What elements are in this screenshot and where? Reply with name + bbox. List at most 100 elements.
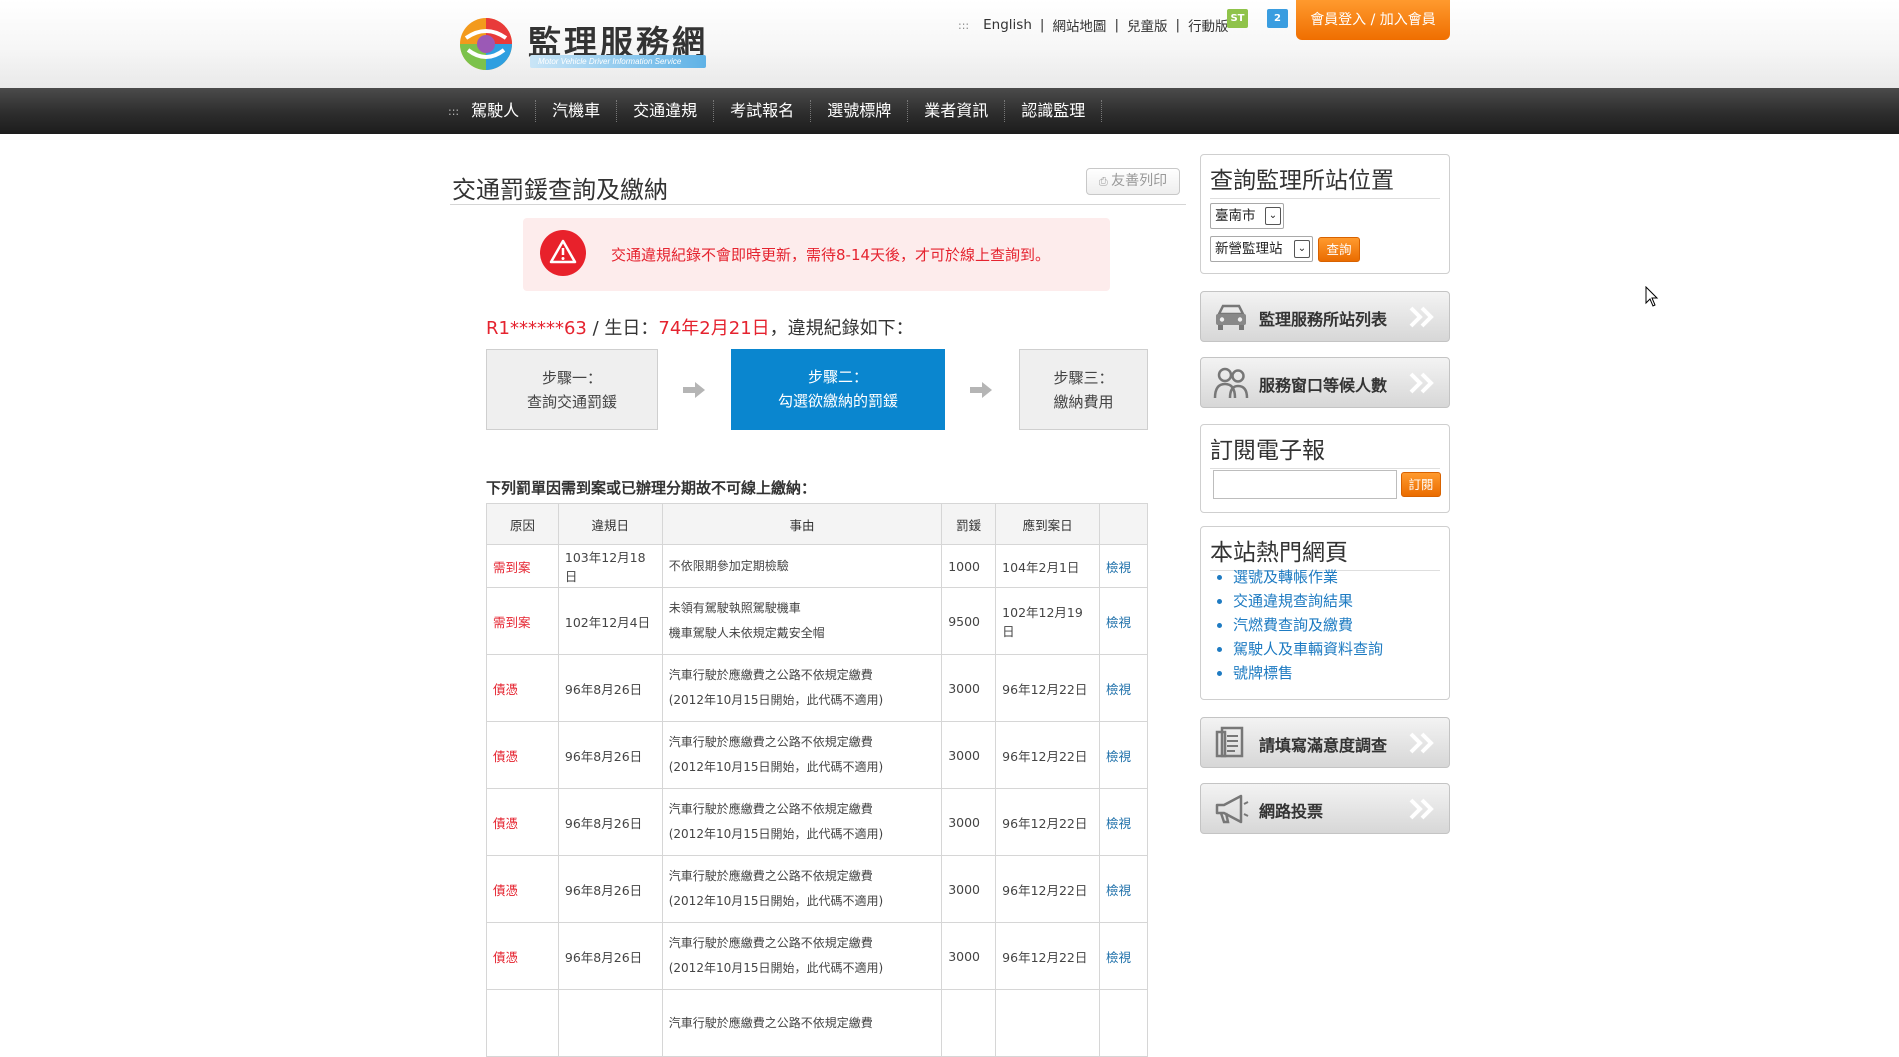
cell-cause: 汽車行駛於應繳費之公路不依規定繳費 (2012年10月15日開始，此代碼不適用) bbox=[661, 788, 943, 856]
logo-mark-icon bbox=[460, 18, 512, 70]
cell-date: 96年8月26日 bbox=[557, 788, 663, 856]
cell-cause: 汽車行駛於應繳費之公路不依規定繳費 (2012年10月15日開始，此代碼不適用) bbox=[661, 721, 943, 789]
popular-link-driver-vehicle-query[interactable]: 駕駛人及車輛資料查詢 bbox=[1233, 637, 1383, 661]
warning-icon bbox=[540, 230, 586, 276]
link-english[interactable]: English bbox=[983, 17, 1032, 33]
cell-reason: 債憑 bbox=[486, 922, 559, 990]
cell-date: 96年8月26日 bbox=[557, 654, 663, 722]
view-link[interactable]: 檢視 bbox=[1099, 855, 1148, 923]
divider: | bbox=[1175, 17, 1181, 33]
megaphone-icon bbox=[1215, 794, 1249, 824]
popular-link-plate-auction[interactable]: 號牌標售 bbox=[1233, 661, 1383, 685]
nav-item-exam-registration[interactable]: 考試報名 bbox=[714, 100, 812, 122]
site-header: 監理服務網 Motor Vehicle Driver Information S… bbox=[0, 0, 1899, 88]
cell-fine: 3000 bbox=[941, 654, 997, 722]
member-login-button[interactable]: 會員登入 / 加入會員 bbox=[1296, 0, 1450, 40]
cell-reason: 債憑 bbox=[486, 721, 559, 789]
step-three-desc: 繳納費用 bbox=[1053, 393, 1114, 411]
alert-text: 交通違規紀錄不會即時更新，需待8-14天後，才可於線上查詢到。 bbox=[611, 246, 1051, 264]
cell-due-date: 96年12月22日 bbox=[995, 922, 1101, 990]
fines-table: 原因 違規日 事由 罰鍰 應到案日 需到案 103年12月18日 不依限期參加定… bbox=[486, 503, 1148, 1057]
site-logo[interactable]: 監理服務網 Motor Vehicle Driver Information S… bbox=[458, 14, 718, 74]
cause-line-1: 汽車行駛於應繳費之公路不依規定繳費 bbox=[668, 936, 873, 950]
survey-button[interactable]: 請填寫滿意度調查 bbox=[1200, 717, 1450, 768]
birthday-value: 74年2月21日 bbox=[658, 318, 770, 339]
cell-cause: 未領有駕駛執照駕駛機車 機車駕駛人未依規定戴安全帽 bbox=[661, 587, 943, 655]
table-row: 債憑 96年8月26日 汽車行駛於應繳費之公路不依規定繳費 (2012年10月15… bbox=[486, 788, 1148, 856]
print-button[interactable]: ⎙ 友善列印 bbox=[1086, 168, 1180, 195]
cell-fine: 3000 bbox=[941, 855, 997, 923]
cell-date: 96年8月26日 bbox=[557, 721, 663, 789]
cell-fine: 1000 bbox=[941, 544, 997, 588]
divider: | bbox=[1114, 17, 1119, 33]
nav-item-traffic-violations[interactable]: 交通違規 bbox=[617, 100, 715, 122]
cell-fine: 3000 bbox=[941, 788, 997, 856]
link-mobile[interactable]: 行動版 bbox=[1188, 15, 1229, 35]
step-two-desc: 勾選欲繳納的罰鍰 bbox=[777, 392, 898, 410]
waiting-count-label: 服務窗口等候人數 bbox=[1259, 376, 1388, 395]
nav-item-plate-selection[interactable]: 選號標牌 bbox=[811, 100, 909, 122]
people-icon bbox=[1213, 367, 1249, 399]
cell-reason: 債憑 bbox=[486, 855, 559, 923]
newsletter-email-input[interactable] bbox=[1213, 470, 1397, 499]
popular-link-plate-selection[interactable]: 選號及轉帳作業 bbox=[1233, 565, 1383, 589]
view-link[interactable]: 檢視 bbox=[1099, 721, 1148, 789]
cell-reason: 債憑 bbox=[486, 654, 559, 722]
cell-cause: 不依限期參加定期檢驗 bbox=[661, 544, 943, 588]
cell-due-date: 104年2月1日 bbox=[995, 544, 1101, 588]
view-link[interactable] bbox=[1099, 989, 1148, 1057]
divider: | bbox=[1039, 17, 1045, 33]
cell-cause: 汽車行駛於應繳費之公路不依規定繳費 (2012年10月15日開始，此代碼不適用) bbox=[661, 922, 943, 990]
cell-date: 103年12月18日 bbox=[557, 544, 663, 588]
nav-item-vehicles[interactable]: 汽機車 bbox=[536, 100, 618, 122]
popular-link-fuel-fee[interactable]: 汽燃費查詢及繳費 bbox=[1233, 613, 1383, 637]
step-three-label: 步驟三： bbox=[1053, 369, 1114, 387]
vote-button[interactable]: 網路投票 bbox=[1200, 783, 1450, 834]
subscribe-button[interactable]: 訂閱 bbox=[1401, 472, 1441, 497]
simplified-chinese-icon[interactable]: ST bbox=[1227, 9, 1248, 28]
cell-cause: 汽車行駛於應繳費之公路不依規定繳費 bbox=[661, 989, 943, 1057]
link-sitemap[interactable]: 網站地圖 bbox=[1052, 15, 1106, 35]
nav-item-about[interactable]: 認識監理 bbox=[1005, 100, 1103, 122]
waiting-count-button[interactable]: 服務窗口等候人數 bbox=[1200, 357, 1450, 408]
station-list-button[interactable]: 監理服務所站列表 bbox=[1200, 291, 1450, 342]
column-header-reason: 原因 bbox=[486, 503, 559, 545]
view-link[interactable]: 檢視 bbox=[1099, 654, 1148, 722]
step-arrow-icon bbox=[683, 382, 705, 398]
cell-reason bbox=[486, 989, 559, 1057]
step-arrow-icon bbox=[970, 382, 992, 398]
office-select[interactable]: 新營監理站 ⌄ bbox=[1210, 236, 1313, 262]
query-button[interactable]: 查詢 bbox=[1318, 237, 1360, 262]
newsletter-title: 訂閱電子報 bbox=[1210, 431, 1440, 469]
view-link[interactable]: 檢視 bbox=[1099, 544, 1148, 588]
cell-due-date: 96年12月22日 bbox=[995, 788, 1101, 856]
column-header-due-date: 應到案日 bbox=[995, 503, 1101, 545]
cell-reason: 需到案 bbox=[486, 544, 559, 588]
cause-line-2: (2012年10月15日開始，此代碼不適用) bbox=[668, 760, 884, 774]
view-link[interactable]: 檢視 bbox=[1099, 587, 1148, 655]
link-kids[interactable]: 兒童版 bbox=[1127, 15, 1168, 35]
view-link[interactable]: 檢視 bbox=[1099, 788, 1148, 856]
cause-line-2: (2012年10月15日開始，此代碼不適用) bbox=[668, 827, 884, 841]
chevron-down-icon: ⌄ bbox=[1294, 240, 1310, 258]
accessibility-icon[interactable]: 2 bbox=[1267, 9, 1288, 28]
popular-pages-list: 選號及轉帳作業 交通違規查詢結果 汽燃費查詢及繳費 駕駛人及車輛資料查詢 號牌標… bbox=[1233, 565, 1383, 685]
step-two-label: 步驟二： bbox=[807, 368, 868, 386]
nav-item-drivers[interactable]: 駕駛人 bbox=[471, 100, 537, 122]
office-select-value: 新營監理站 bbox=[1215, 241, 1283, 257]
cell-reason: 債憑 bbox=[486, 788, 559, 856]
table-header-row: 原因 違規日 事由 罰鍰 應到案日 bbox=[486, 503, 1148, 545]
nav-item-business-info[interactable]: 業者資訊 bbox=[908, 100, 1006, 122]
newsletter-box: 訂閱電子報 訂閱 bbox=[1200, 424, 1450, 513]
view-link[interactable]: 檢視 bbox=[1099, 922, 1148, 990]
city-select[interactable]: 臺南市 ⌄ bbox=[1210, 203, 1284, 229]
cause-line-1: 汽車行駛於應繳費之公路不依規定繳費 bbox=[668, 802, 873, 816]
table-caption: 下列罰單因需到案或已辦理分期故不可線上繳納： bbox=[486, 479, 817, 497]
double-chevron-icon bbox=[1409, 306, 1434, 328]
table-row: 汽車行駛於應繳費之公路不依規定繳費 bbox=[486, 989, 1148, 1057]
birthday-label: / 生日： bbox=[586, 318, 659, 339]
popular-link-violation-results[interactable]: 交通違規查詢結果 bbox=[1233, 589, 1383, 613]
step-three: 步驟三： 繳納費用 bbox=[1019, 349, 1148, 430]
top-links: ::: English | 網站地圖 | 兒童版 | 行動版 bbox=[958, 15, 1229, 35]
double-chevron-icon bbox=[1409, 798, 1434, 820]
